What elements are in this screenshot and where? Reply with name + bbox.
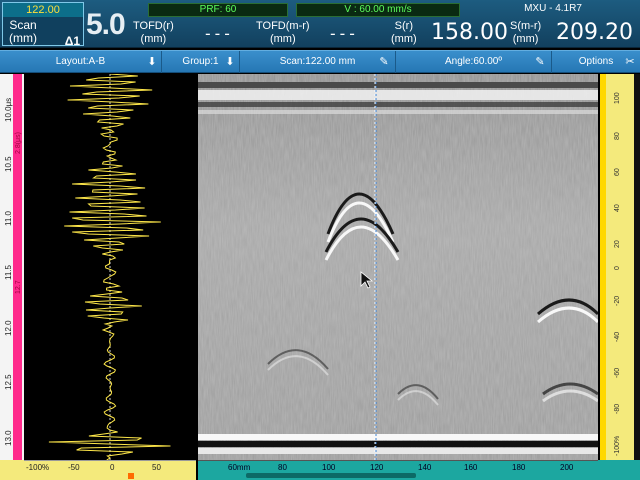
options-pin-icon: ✂	[625, 56, 635, 68]
lateral-wave-band	[198, 82, 598, 88]
options-label: Options	[578, 56, 614, 67]
amp-tick: 0	[614, 266, 621, 270]
backwall-band	[198, 434, 598, 440]
layout-label: Layout:A-B	[55, 56, 106, 67]
depth-tick: 12.0	[4, 320, 13, 336]
s-mr-unit: (mm)	[512, 33, 539, 45]
s-mr-label: S(m-r) (mm)	[510, 20, 541, 46]
lateral-wave-band	[198, 90, 598, 100]
bscan-panel[interactable]	[198, 74, 598, 460]
scan-tick: 140	[418, 463, 432, 472]
toolbar: Layout:A-B ⬇ Group:1 ⬇ Scan:122.00 mm ✎ …	[0, 50, 640, 73]
bscan-image	[198, 74, 598, 460]
scan-tick: 180	[512, 463, 526, 472]
s-r-value: 158.00	[431, 20, 508, 45]
amp-tick: -40	[614, 331, 621, 342]
tofd-mr-label: TOFD(m-r) (mm)	[256, 20, 310, 46]
depth-tick: 10.0μs	[4, 97, 13, 122]
download-arrow-icon: ⬇	[147, 56, 157, 68]
scan-tick: 120	[370, 463, 384, 472]
amp-tick: -100%	[614, 435, 621, 456]
scan-tick: 100	[322, 463, 336, 472]
bottom-corner	[0, 460, 24, 480]
tofd-r-value: ---	[203, 24, 232, 43]
scan-delta: Δ1	[64, 34, 80, 48]
angle-label: Angle:60.00º	[444, 56, 503, 67]
angle-field[interactable]: Angle:60.00º ✎	[396, 51, 552, 73]
amp-tick: 60	[614, 168, 621, 176]
pencil-icon: ✎	[379, 56, 389, 68]
scan-tick: 160	[464, 463, 478, 472]
scan-tick: 60mm	[228, 463, 251, 472]
amp-tick: 100	[614, 92, 621, 104]
amp-tick: 40	[614, 204, 621, 212]
tofd-mr-value: ---	[328, 24, 357, 43]
pencil-icon: ✎	[535, 56, 545, 68]
velocity-readout: V : 60.00 mm/s	[296, 3, 460, 17]
ascan-bottom-tick: -100%	[26, 463, 50, 472]
prf-readout: PRF: 60	[148, 3, 288, 17]
depth-tick: 13.0	[4, 430, 13, 446]
amp-tick: -20	[614, 295, 621, 306]
s-r-unit: (mm)	[391, 33, 417, 45]
group-label: Group:1	[182, 56, 219, 67]
amp-tick: 80	[614, 132, 621, 140]
amplitude-ruler: 100 80 60 40 20 0 -20 -40 -60 -80 -100%	[600, 74, 640, 460]
scan-position-label: Scan:122.00 mm	[279, 56, 356, 67]
ascan-panel[interactable]: 10.0μs 10.5 11.0 11.5 12.0 12.5 13.0 2.8…	[0, 74, 196, 460]
s-mr-value: 209.20	[556, 20, 633, 45]
ascan-waveform	[48, 74, 171, 460]
s-r-label-text: S(r)	[394, 20, 413, 32]
options-button[interactable]: Options ✂	[552, 51, 640, 73]
ascan-bottom-tick: 0	[110, 463, 115, 472]
depth-tick: 10.5	[4, 156, 13, 172]
ascan-bottom-tick: 50	[152, 463, 161, 472]
tofd-r-label: TOFD(r) (mm)	[133, 20, 174, 46]
scan-tick: 200	[560, 463, 574, 472]
scan-value: 122.00	[3, 3, 83, 17]
ascan-bottom-tick: -50	[68, 463, 80, 472]
layout-selector[interactable]: Layout:A-B ⬇	[0, 51, 162, 73]
bscan-noise	[198, 74, 598, 460]
backwall-band	[198, 441, 598, 447]
scan-axis-ruler: 60mm 80 100 120 140 160 180 200	[198, 460, 598, 480]
ascan-amplitude-ruler: -100% -50 0 50	[24, 460, 196, 480]
s-r-label: S(r) (mm)	[391, 20, 417, 46]
download-arrow-icon: ⬇	[225, 56, 235, 68]
scan-readout[interactable]: 122.00 Scan (mm) Δ1	[2, 2, 84, 48]
lateral-wave-band	[198, 110, 598, 114]
gate-label: 12.7	[15, 280, 22, 294]
tofd-r-label-text: TOFD(r)	[133, 20, 174, 32]
amp-tick: -80	[614, 403, 621, 414]
depth-tick: 11.5	[4, 265, 13, 280]
tofd-mr-unit: (mm)	[269, 33, 296, 45]
backwall-band	[198, 448, 598, 454]
amp-tick: 20	[614, 240, 621, 248]
dimension-readout: 5.0	[86, 8, 126, 41]
depth-tick: 12.5	[4, 374, 13, 390]
bottom-corner	[598, 460, 640, 480]
scan-position-field[interactable]: Scan:122.00 mm ✎	[240, 51, 396, 73]
scan-scrollbar[interactable]	[246, 473, 416, 478]
scan-label: Scan (mm)	[9, 19, 37, 45]
tofd-mr-label-text: TOFD(m-r)	[256, 20, 310, 32]
depth-tick: 11.0	[4, 211, 13, 226]
tofd-r-unit: (mm)	[140, 33, 167, 45]
readout-bar: 122.00 Scan (mm) Δ1 5.0 PRF: 60 V : 60.0…	[0, 0, 640, 48]
group-selector[interactable]: Group:1 ⬇	[162, 51, 240, 73]
s-mr-label-text: S(m-r)	[510, 20, 542, 32]
lateral-wave-band	[198, 102, 598, 107]
ascan-gate-marker[interactable]	[128, 473, 134, 479]
model-readout: MXU - 4.1R7	[524, 3, 582, 14]
gate-label: 2.8(μs)	[15, 132, 22, 154]
scan-label-unit: (mm)	[9, 31, 37, 45]
scan-tick: 80	[278, 463, 287, 472]
amp-tick: -60	[614, 367, 621, 378]
